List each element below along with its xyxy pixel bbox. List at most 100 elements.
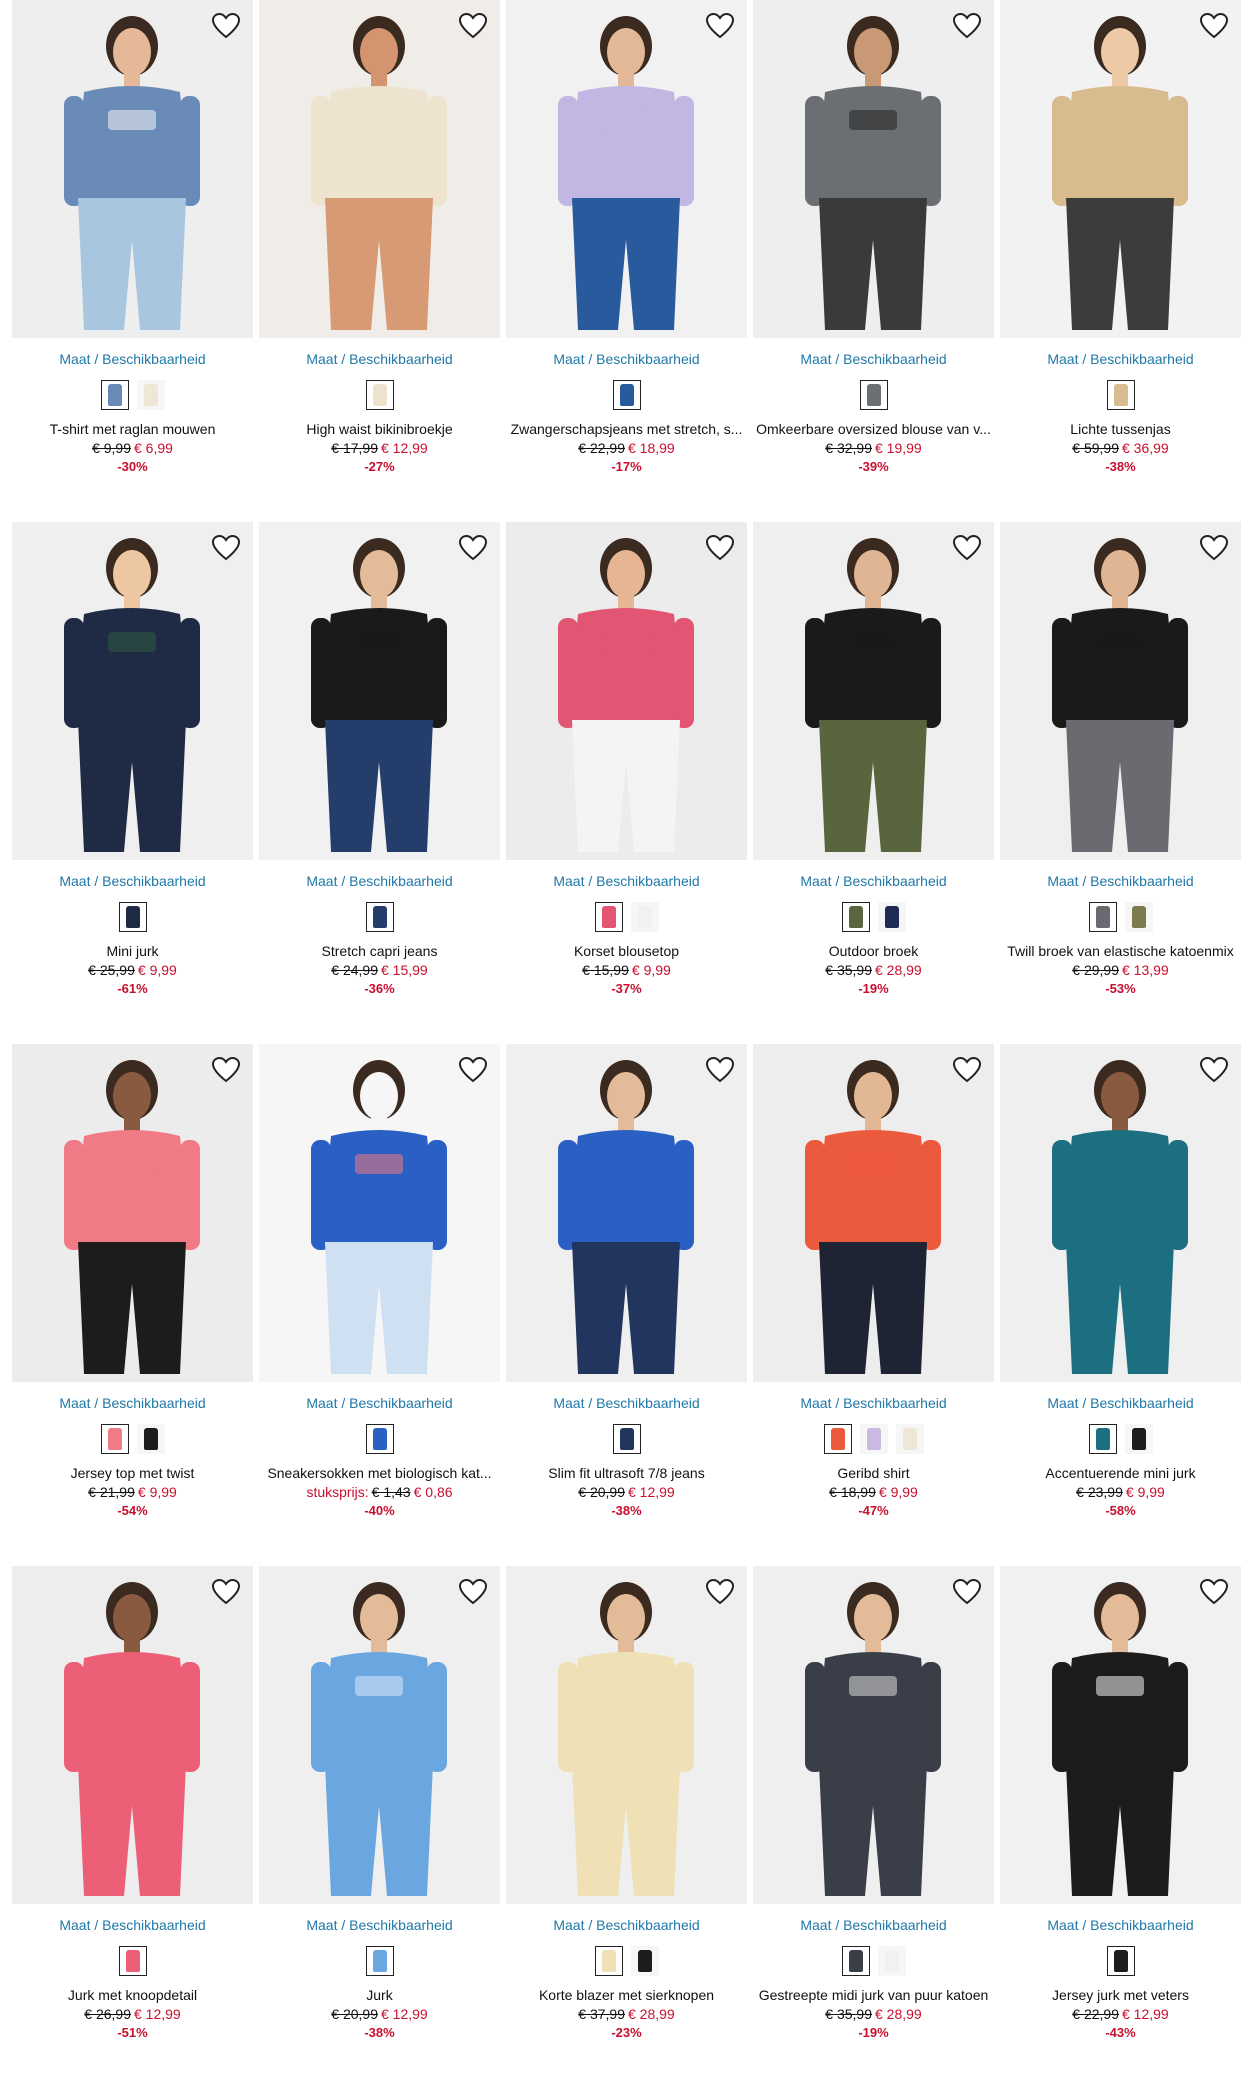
product-image[interactable] xyxy=(259,1044,500,1382)
favorite-heart-icon[interactable] xyxy=(950,1054,984,1086)
color-swatch[interactable] xyxy=(1124,1424,1153,1454)
color-swatch[interactable] xyxy=(118,902,147,932)
color-swatch[interactable] xyxy=(1106,1946,1135,1976)
color-swatch[interactable] xyxy=(841,1946,870,1976)
size-availability-link[interactable]: Maat / Beschikbaarheid xyxy=(753,1916,994,1934)
favorite-heart-icon[interactable] xyxy=(1197,1576,1231,1608)
product-card[interactable]: Maat / Beschikbaarheid Gestreepte midi j… xyxy=(753,1566,994,2088)
favorite-heart-icon[interactable] xyxy=(456,1576,490,1608)
product-card[interactable]: Maat / Beschikbaarheid Mini jurk € 25,99… xyxy=(12,522,253,1044)
product-title[interactable]: Jurk xyxy=(259,1986,500,2004)
product-image[interactable] xyxy=(506,0,747,338)
product-card[interactable]: Maat / Beschikbaarheid Lichte tussenjas … xyxy=(1000,0,1241,522)
product-title[interactable]: Sneakersokken met biologisch kat... xyxy=(259,1464,500,1482)
product-card[interactable]: Maat / Beschikbaarheid Zwangerschapsjean… xyxy=(506,0,747,522)
favorite-heart-icon[interactable] xyxy=(1197,1054,1231,1086)
color-swatch[interactable] xyxy=(1106,380,1135,410)
product-card[interactable]: Maat / Beschikbaarheid Geribd shirt € 18… xyxy=(753,1044,994,1566)
product-image[interactable] xyxy=(1000,0,1241,338)
size-availability-link[interactable]: Maat / Beschikbaarheid xyxy=(1000,350,1241,368)
product-title[interactable]: Accentuerende mini jurk xyxy=(1000,1464,1241,1482)
favorite-heart-icon[interactable] xyxy=(950,532,984,564)
favorite-heart-icon[interactable] xyxy=(456,10,490,42)
product-card[interactable]: Maat / Beschikbaarheid Jersey jurk met v… xyxy=(1000,1566,1241,2088)
color-swatch[interactable] xyxy=(630,1946,659,1976)
color-swatch[interactable] xyxy=(877,1946,906,1976)
size-availability-link[interactable]: Maat / Beschikbaarheid xyxy=(12,350,253,368)
size-availability-link[interactable]: Maat / Beschikbaarheid xyxy=(259,872,500,890)
product-image[interactable] xyxy=(506,522,747,860)
product-title[interactable]: Jersey top met twist xyxy=(12,1464,253,1482)
size-availability-link[interactable]: Maat / Beschikbaarheid xyxy=(506,1916,747,1934)
product-card[interactable]: Maat / Beschikbaarheid T-shirt met ragla… xyxy=(12,0,253,522)
size-availability-link[interactable]: Maat / Beschikbaarheid xyxy=(753,872,994,890)
favorite-heart-icon[interactable] xyxy=(209,532,243,564)
product-title[interactable]: Stretch capri jeans xyxy=(259,942,500,960)
size-availability-link[interactable]: Maat / Beschikbaarheid xyxy=(506,1394,747,1412)
color-swatch[interactable] xyxy=(136,1424,165,1454)
product-title[interactable]: Lichte tussenjas xyxy=(1000,420,1241,438)
favorite-heart-icon[interactable] xyxy=(1197,10,1231,42)
favorite-heart-icon[interactable] xyxy=(703,532,737,564)
color-swatch[interactable] xyxy=(859,380,888,410)
color-swatch[interactable] xyxy=(365,1946,394,1976)
product-card[interactable]: Maat / Beschikbaarheid Slim fit ultrasof… xyxy=(506,1044,747,1566)
product-image[interactable] xyxy=(753,522,994,860)
product-image[interactable] xyxy=(12,0,253,338)
color-swatch[interactable] xyxy=(136,380,165,410)
color-swatch[interactable] xyxy=(365,380,394,410)
product-card[interactable]: Maat / Beschikbaarheid Accentuerende min… xyxy=(1000,1044,1241,1566)
color-swatch[interactable] xyxy=(612,1424,641,1454)
product-image[interactable] xyxy=(1000,522,1241,860)
product-card[interactable]: Maat / Beschikbaarheid Jersey top met tw… xyxy=(12,1044,253,1566)
favorite-heart-icon[interactable] xyxy=(456,532,490,564)
product-card[interactable]: Maat / Beschikbaarheid Outdoor broek € 3… xyxy=(753,522,994,1044)
favorite-heart-icon[interactable] xyxy=(703,1054,737,1086)
color-swatch[interactable] xyxy=(895,1424,924,1454)
color-swatch[interactable] xyxy=(630,902,659,932)
product-image[interactable] xyxy=(506,1566,747,1904)
color-swatch[interactable] xyxy=(365,1424,394,1454)
product-title[interactable]: T-shirt met raglan mouwen xyxy=(12,420,253,438)
color-swatch[interactable] xyxy=(859,1424,888,1454)
product-card[interactable]: Maat / Beschikbaarheid Korset blousetop … xyxy=(506,522,747,1044)
favorite-heart-icon[interactable] xyxy=(950,1576,984,1608)
product-image[interactable] xyxy=(259,1566,500,1904)
product-title[interactable]: High waist bikinibroekje xyxy=(259,420,500,438)
product-title[interactable]: Mini jurk xyxy=(12,942,253,960)
product-title[interactable]: Geribd shirt xyxy=(753,1464,994,1482)
color-swatch[interactable] xyxy=(841,902,870,932)
product-title[interactable]: Twill broek van elastische katoenmix xyxy=(1000,942,1241,960)
product-card[interactable]: Maat / Beschikbaarheid High waist bikini… xyxy=(259,0,500,522)
product-image[interactable] xyxy=(1000,1044,1241,1382)
size-availability-link[interactable]: Maat / Beschikbaarheid xyxy=(506,350,747,368)
product-title[interactable]: Korset blousetop xyxy=(506,942,747,960)
product-card[interactable]: Maat / Beschikbaarheid Jurk € 20,99 € 12,… xyxy=(259,1566,500,2088)
product-title[interactable]: Slim fit ultrasoft 7/8 jeans xyxy=(506,1464,747,1482)
product-image[interactable] xyxy=(753,0,994,338)
color-swatch[interactable] xyxy=(594,1946,623,1976)
product-title[interactable]: Outdoor broek xyxy=(753,942,994,960)
size-availability-link[interactable]: Maat / Beschikbaarheid xyxy=(12,872,253,890)
size-availability-link[interactable]: Maat / Beschikbaarheid xyxy=(753,350,994,368)
product-card[interactable]: Maat / Beschikbaarheid Korte blazer met … xyxy=(506,1566,747,2088)
product-image[interactable] xyxy=(259,522,500,860)
favorite-heart-icon[interactable] xyxy=(209,10,243,42)
product-title[interactable]: Gestreepte midi jurk van puur katoen xyxy=(753,1986,994,2004)
product-card[interactable]: Maat / Beschikbaarheid Omkeerbare oversi… xyxy=(753,0,994,522)
product-title[interactable]: Jersey jurk met veters xyxy=(1000,1986,1241,2004)
color-swatch[interactable] xyxy=(100,380,129,410)
product-image[interactable] xyxy=(753,1566,994,1904)
product-image[interactable] xyxy=(1000,1566,1241,1904)
product-card[interactable]: Maat / Beschikbaarheid Jurk met knoopdet… xyxy=(12,1566,253,2088)
product-card[interactable]: Maat / Beschikbaarheid Sneakersokken met… xyxy=(259,1044,500,1566)
favorite-heart-icon[interactable] xyxy=(209,1576,243,1608)
color-swatch[interactable] xyxy=(1088,1424,1117,1454)
size-availability-link[interactable]: Maat / Beschikbaarheid xyxy=(1000,1394,1241,1412)
product-card[interactable]: Maat / Beschikbaarheid Stretch capri jea… xyxy=(259,522,500,1044)
color-swatch[interactable] xyxy=(1088,902,1117,932)
size-availability-link[interactable]: Maat / Beschikbaarheid xyxy=(1000,872,1241,890)
product-image[interactable] xyxy=(506,1044,747,1382)
color-swatch[interactable] xyxy=(612,380,641,410)
color-swatch[interactable] xyxy=(365,902,394,932)
